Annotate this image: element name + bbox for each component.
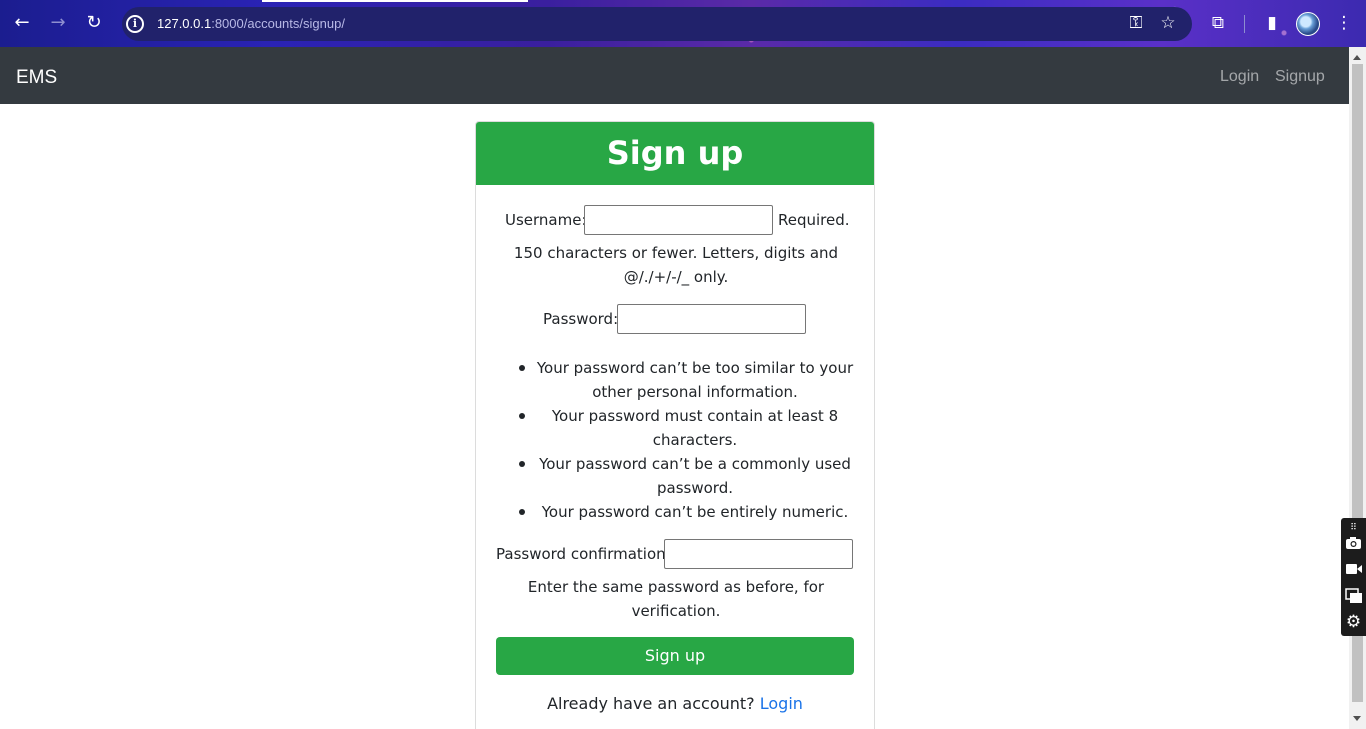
brand-logo-text[interactable]: EMS — [16, 67, 57, 89]
active-tab-indicator — [262, 0, 528, 2]
floating-capture-toolbar: ⠿ ⚙ — [1341, 518, 1366, 636]
reload-icon[interactable]: ↻ — [83, 12, 105, 34]
username-help-line-1: 150 characters or fewer. Letters, digits… — [513, 244, 839, 262]
password-key-icon[interactable]: ⚿ — [1125, 13, 1147, 33]
gear-icon[interactable]: ⚙ — [1344, 614, 1363, 631]
password-rule-3-line-1: Your password can’t be a commonly used — [539, 455, 851, 473]
url-path: :8000/accounts/signup/ — [211, 16, 345, 31]
confirm-help-line-1: Enter the same password as before, for — [527, 578, 825, 596]
username-input[interactable] — [584, 205, 773, 235]
scroll-up-icon[interactable] — [1353, 55, 1361, 60]
username-required-text: Required. — [778, 211, 850, 229]
extensions-icon[interactable]: ⧉ — [1207, 13, 1229, 33]
browser-toolbar: ← → ↻ i 127.0.0.1:8000/accounts/signup/ … — [0, 0, 1366, 47]
password-rule-1-line-2: other personal information. — [592, 383, 798, 401]
password-rule-2-line-2: characters. — [652, 431, 738, 449]
signup-card: Sign up Username: Required. 150 characte… — [475, 121, 875, 729]
password-confirmation-label: Password confirmation: — [496, 545, 671, 563]
url-text[interactable]: 127.0.0.1:8000/accounts/signup/ — [157, 16, 345, 31]
login-link[interactable]: Login — [760, 694, 803, 713]
toolbar-grip-icon[interactable]: ⠿ — [1344, 520, 1363, 536]
browser-menu-icon[interactable]: ⋮ — [1333, 13, 1355, 33]
password-label: Password: — [543, 310, 619, 328]
site-info-icon[interactable]: i — [126, 15, 144, 33]
side-panel-icon[interactable]: ▮ — [1261, 13, 1283, 33]
password-rule-2-line-1: Your password must contain at least 8 — [551, 407, 839, 425]
username-help-line-2: @/./+/-/_ only. — [623, 268, 729, 286]
signup-title: Sign up — [476, 122, 874, 185]
password-confirmation-input[interactable] — [664, 539, 853, 569]
bookmark-star-icon[interactable]: ☆ — [1157, 13, 1179, 33]
back-arrow-icon[interactable]: ← — [11, 12, 33, 34]
toolbar-separator — [1244, 15, 1245, 33]
password-rule-4-line-1: Your password can’t be entirely numeric. — [541, 503, 849, 521]
profile-avatar[interactable] — [1296, 12, 1320, 36]
confirm-help-line-2: verification. — [631, 602, 721, 620]
signup-submit-button[interactable]: Sign up — [496, 637, 854, 675]
password-rule-3-line-2: password. — [657, 479, 733, 497]
video-icon[interactable] — [1344, 562, 1363, 578]
have-account-text: Already have an account? — [547, 694, 755, 713]
scroll-down-icon[interactable] — [1353, 716, 1361, 721]
site-navbar: EMS Login Signup — [0, 47, 1349, 104]
nav-login-link[interactable]: Login — [1220, 68, 1259, 86]
forward-arrow-icon[interactable]: → — [47, 12, 69, 34]
password-input[interactable] — [617, 304, 806, 334]
camera-icon[interactable] — [1344, 536, 1363, 552]
window-icon[interactable] — [1344, 588, 1363, 604]
login-prompt: Already have an account? Login — [476, 694, 874, 713]
nav-signup-link[interactable]: Signup — [1275, 68, 1325, 86]
username-label: Username: — [505, 211, 587, 229]
url-host: 127.0.0.1 — [157, 16, 212, 31]
password-rule-1-line-1: Your password can’t be too similar to yo… — [536, 359, 854, 377]
